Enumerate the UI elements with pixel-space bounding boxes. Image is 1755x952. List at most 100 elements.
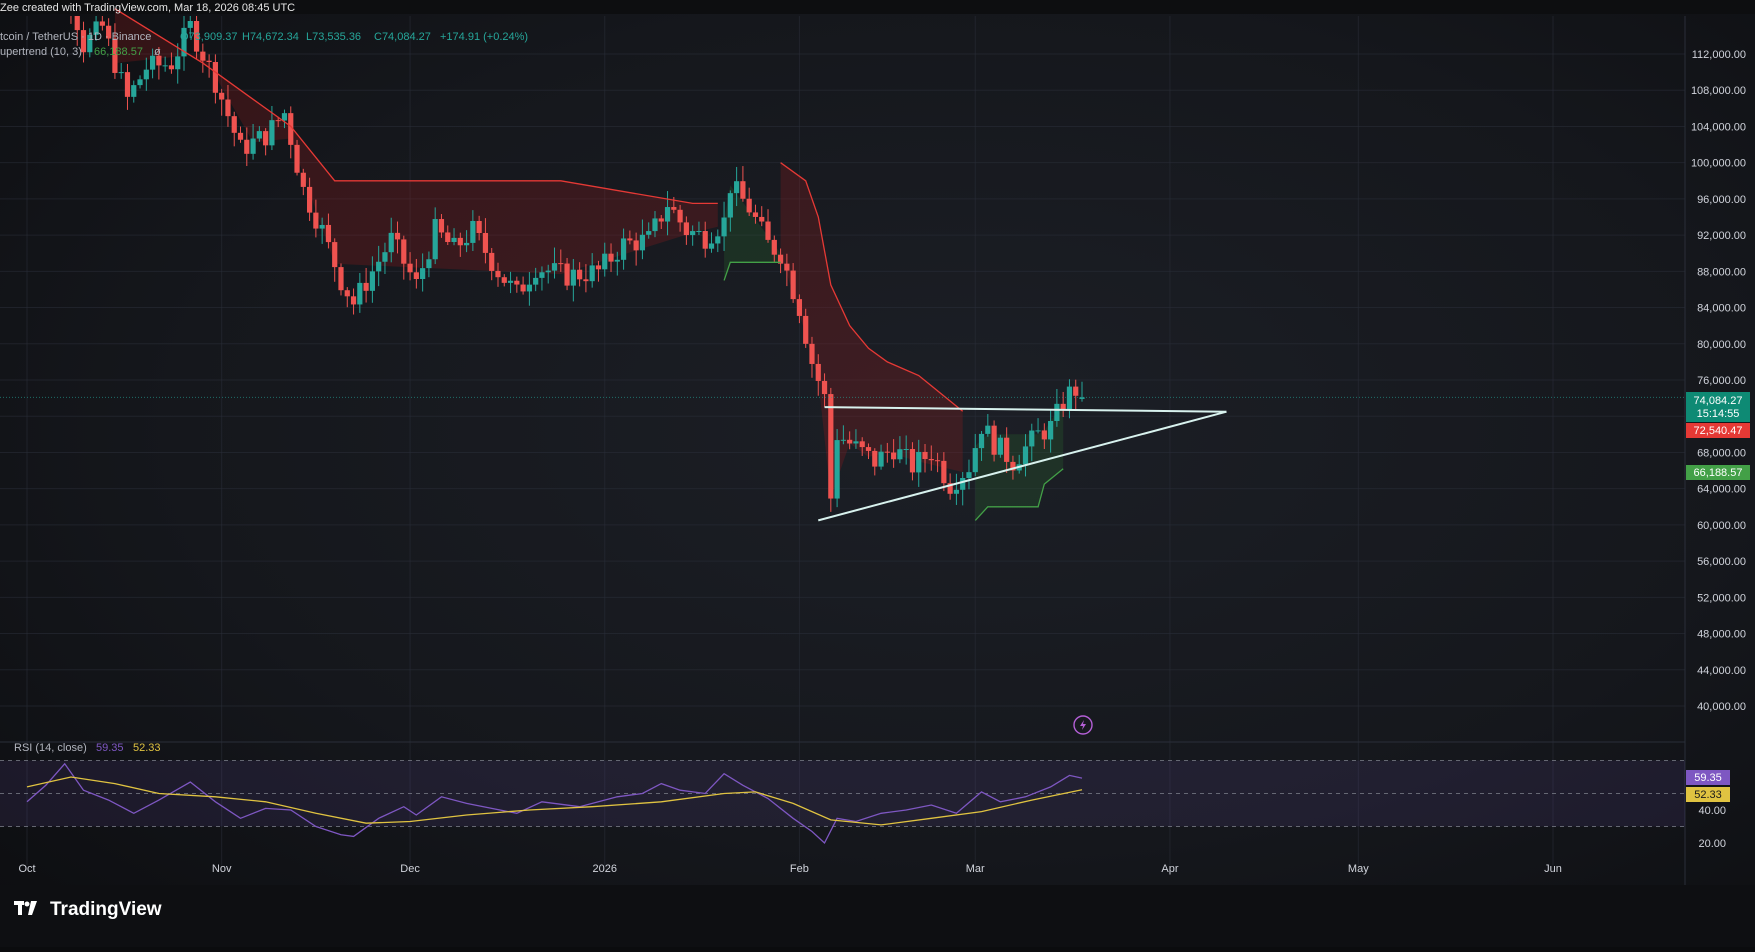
ohlc-high: H74,672.34 bbox=[242, 31, 299, 43]
candle-body bbox=[589, 265, 595, 282]
candle-body bbox=[558, 263, 564, 265]
candle-body bbox=[1035, 430, 1041, 432]
candle-body bbox=[1041, 430, 1047, 440]
candle-body bbox=[790, 270, 796, 300]
candle-body bbox=[382, 252, 388, 262]
candle-body bbox=[878, 451, 884, 467]
candle-body bbox=[325, 224, 332, 243]
candle-body bbox=[853, 441, 859, 444]
candle-body bbox=[564, 263, 570, 286]
candle-body bbox=[357, 282, 363, 305]
candle-body bbox=[620, 238, 627, 260]
time-tick-label: Jun bbox=[1544, 863, 1562, 875]
ohlc-change: +174.91 (+0.24%) bbox=[440, 31, 528, 43]
price-tick-label: 112,000.00 bbox=[1692, 49, 1746, 61]
time-tick-label: Dec bbox=[400, 863, 420, 875]
candle-body bbox=[809, 343, 815, 364]
candle-body bbox=[796, 299, 803, 316]
candle-body bbox=[771, 239, 777, 255]
price-tick-label: 44,000.00 bbox=[1697, 665, 1746, 677]
supertrend-red-text: 72,540.47 bbox=[1694, 425, 1743, 437]
candle-body bbox=[941, 460, 947, 484]
candle[interactable] bbox=[294, 139, 300, 176]
candle-body bbox=[401, 239, 407, 264]
candle-body bbox=[489, 252, 495, 271]
candle-body bbox=[470, 220, 476, 243]
candle-body bbox=[821, 380, 828, 395]
candle-body bbox=[244, 139, 250, 154]
candle-body bbox=[294, 144, 300, 173]
candle-body bbox=[595, 265, 602, 270]
candle-body bbox=[501, 277, 507, 283]
price-badges: 74,084.27 15:14:55 72,540.47 66,188.57 bbox=[1686, 392, 1750, 480]
candle-body bbox=[432, 219, 438, 260]
candle-body bbox=[828, 394, 834, 499]
price-tick-label: 104,000.00 bbox=[1691, 121, 1746, 133]
supertrend-legend: upertrend (10, 3) bbox=[0, 46, 82, 58]
candle-body bbox=[124, 72, 131, 97]
candle-body bbox=[972, 448, 978, 473]
candle-body bbox=[237, 132, 244, 140]
candle-body bbox=[388, 232, 394, 253]
candle-body bbox=[363, 282, 369, 291]
candle-body bbox=[225, 99, 231, 117]
candle-body bbox=[376, 261, 382, 272]
candle-body bbox=[884, 451, 890, 453]
legend-eye-icon[interactable]: ø bbox=[154, 46, 161, 58]
candle-body bbox=[966, 472, 972, 478]
price-tick-label: 92,000.00 bbox=[1697, 230, 1746, 242]
candle-body bbox=[526, 284, 532, 292]
candle[interactable] bbox=[834, 429, 840, 508]
rsi-tick-label: 20.00 bbox=[1698, 838, 1726, 850]
candle-body bbox=[1066, 386, 1073, 411]
candle[interactable] bbox=[997, 434, 1003, 458]
candle-body bbox=[690, 231, 696, 236]
candle-body bbox=[658, 218, 664, 222]
candle-body bbox=[734, 181, 740, 194]
rsi-tick-label: 40.00 bbox=[1698, 805, 1726, 817]
candle-body bbox=[639, 234, 646, 251]
rsi-legend-ma: 52.33 bbox=[133, 742, 161, 754]
candle-body bbox=[577, 269, 583, 280]
candle-body bbox=[583, 279, 589, 282]
candle-body bbox=[520, 284, 526, 292]
candle-body bbox=[909, 449, 916, 473]
candle-body bbox=[985, 425, 991, 434]
candle-body bbox=[256, 131, 262, 139]
candle-body bbox=[953, 489, 960, 494]
candle-body bbox=[997, 437, 1003, 455]
candle-body bbox=[928, 458, 934, 461]
candle-body bbox=[394, 232, 401, 240]
candle-body bbox=[934, 460, 941, 462]
candle-body bbox=[539, 272, 545, 278]
candle-body bbox=[759, 216, 765, 222]
candle-body bbox=[438, 219, 445, 233]
candle-body bbox=[426, 259, 432, 269]
candle-body bbox=[187, 21, 193, 28]
tradingview-chart[interactable]: 112,000.00 108,000.00 104,000.00 100,000.00… bbox=[0, 0, 1755, 947]
candle-body bbox=[872, 450, 878, 467]
candle-body bbox=[602, 253, 608, 270]
candle-body bbox=[143, 69, 149, 80]
price-tick-label: 76,000.00 bbox=[1697, 375, 1746, 387]
candle-body bbox=[300, 172, 306, 187]
candle-body bbox=[916, 451, 922, 473]
candle-body bbox=[319, 224, 325, 229]
candle-body bbox=[840, 439, 846, 441]
candle-body bbox=[708, 243, 715, 249]
candle-body bbox=[407, 263, 413, 273]
candle-body bbox=[344, 290, 350, 297]
candle-body bbox=[740, 181, 746, 199]
candle-body bbox=[206, 60, 212, 62]
ohlc-open: O73,909.37 bbox=[180, 31, 238, 43]
price-tick-label: 88,000.00 bbox=[1697, 266, 1746, 278]
candle-body bbox=[1054, 403, 1060, 422]
candle-body bbox=[168, 65, 175, 70]
candle-body bbox=[420, 268, 426, 280]
candle-body bbox=[865, 447, 872, 451]
time-tick-label: Nov bbox=[212, 863, 232, 875]
candle-body bbox=[960, 477, 966, 490]
candle-body bbox=[74, 16, 80, 31]
time-tick-label: Oct bbox=[18, 863, 35, 875]
candle-body bbox=[162, 65, 168, 67]
